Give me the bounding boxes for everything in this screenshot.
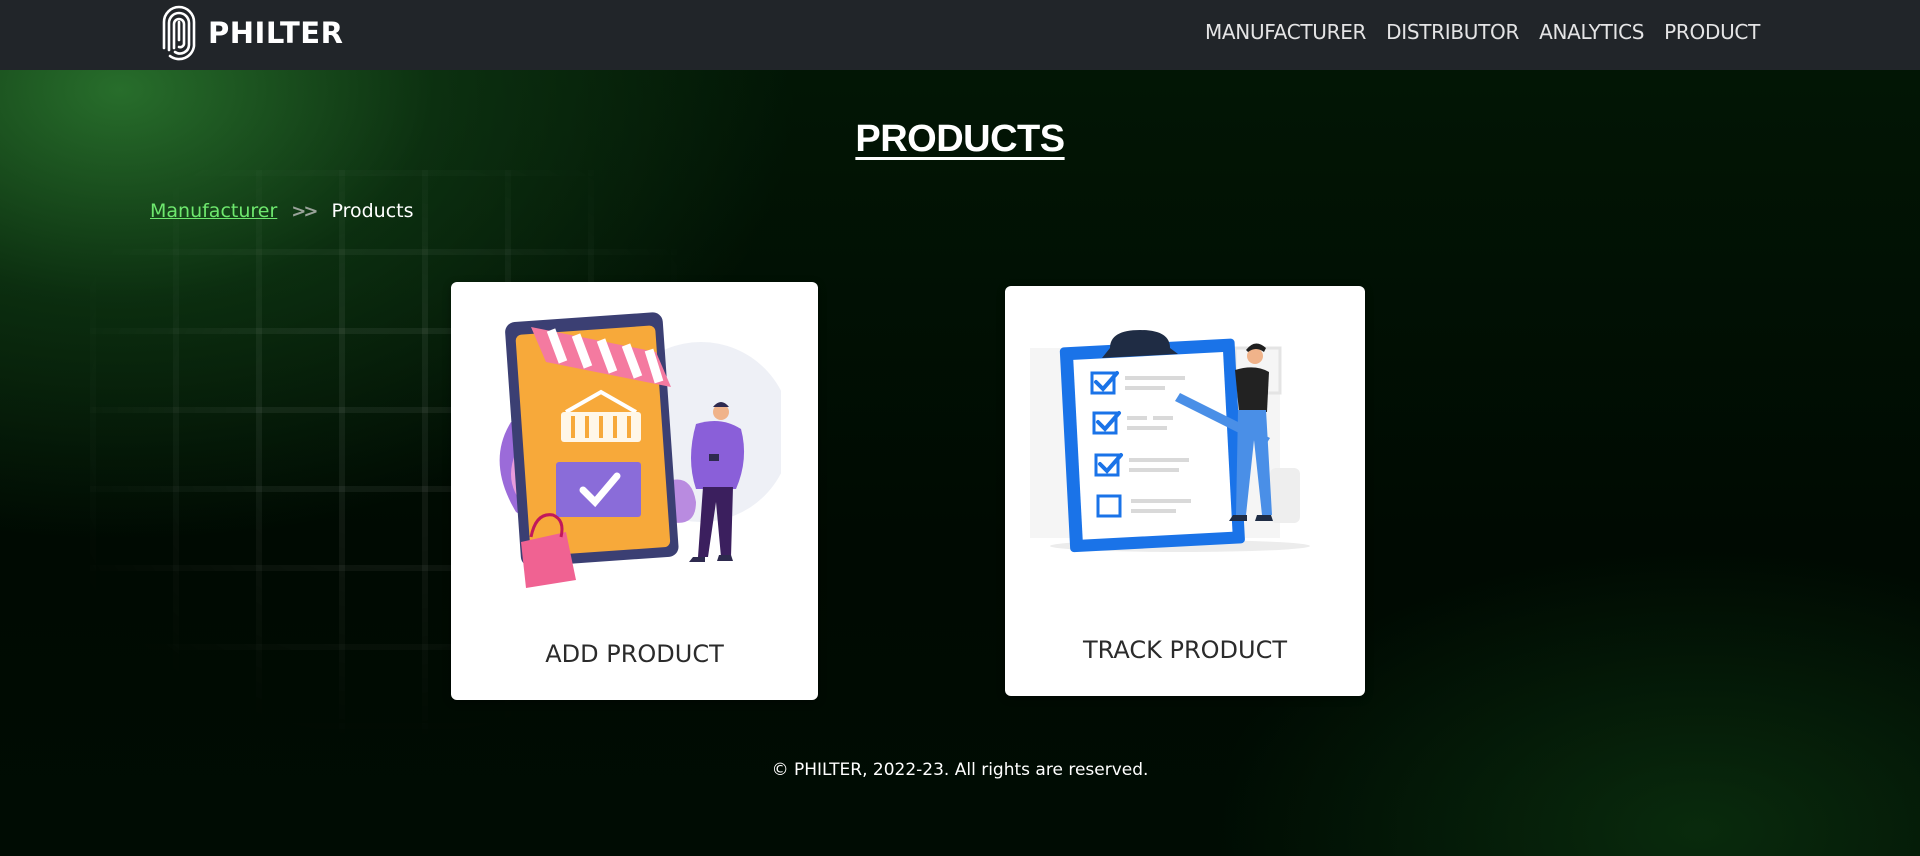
nav-link-product[interactable]: PRODUCT [1664, 20, 1760, 44]
brand-name: PHILTER [208, 16, 344, 50]
nav-link-distributor[interactable]: DISTRIBUTOR [1386, 20, 1519, 44]
track-product-card[interactable]: TRACK PRODUCT [1005, 286, 1365, 696]
add-product-label: ADD PRODUCT [545, 640, 724, 668]
top-navbar: PHILTER MANUFACTURER DISTRIBUTOR ANALYTI… [0, 0, 1920, 70]
nav-links: MANUFACTURER DISTRIBUTOR ANALYTICS PRODU… [1205, 0, 1760, 64]
fingerprint-logo-icon [162, 5, 196, 61]
brand-link[interactable]: PHILTER [158, 4, 343, 62]
checklist-clipboard-illustration [1030, 330, 1310, 553]
breadcrumb-link-manufacturer[interactable]: Manufacturer [150, 200, 277, 222]
add-product-card[interactable]: ADD PRODUCT [451, 282, 818, 700]
online-shop-illustration [499, 312, 781, 588]
double-chevron-right-icon: >> [291, 200, 318, 222]
track-product-label: TRACK PRODUCT [1083, 636, 1287, 664]
nav-link-analytics[interactable]: ANALYTICS [1539, 20, 1644, 44]
page-title: PRODUCTS [855, 118, 1065, 160]
footer-copyright: © PHILTER, 2022-23. All rights are reser… [771, 760, 1149, 780]
nav-link-manufacturer[interactable]: MANUFACTURER [1205, 20, 1366, 44]
breadcrumb-current: Products [331, 200, 414, 222]
breadcrumb: Manufacturer >> Products [150, 200, 414, 222]
